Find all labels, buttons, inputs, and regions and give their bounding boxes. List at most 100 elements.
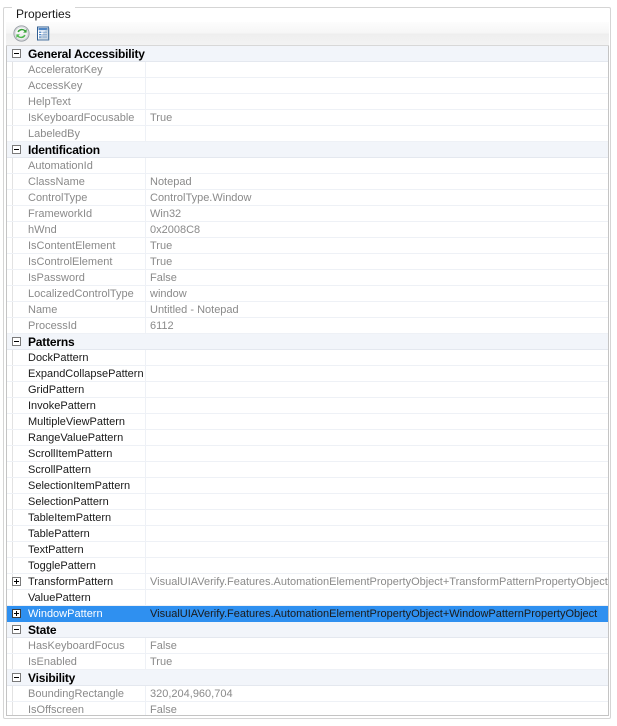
- property-value[interactable]: False: [146, 638, 608, 653]
- property-name: DockPattern: [25, 350, 146, 365]
- row-expander-placeholder: [7, 110, 25, 125]
- property-value[interactable]: [146, 62, 608, 77]
- property-value[interactable]: True: [146, 254, 608, 269]
- section-expander[interactable]: [7, 670, 25, 685]
- grid-section-visibility[interactable]: Visibility: [7, 670, 608, 686]
- property-value[interactable]: [146, 158, 608, 173]
- property-value[interactable]: [146, 78, 608, 93]
- row-expander-placeholder: [7, 398, 25, 413]
- table-row[interactable]: IsContentElement True: [7, 238, 608, 254]
- properties-list-icon[interactable]: [32, 23, 54, 45]
- table-row[interactable]: ProcessId 6112: [7, 318, 608, 334]
- property-value[interactable]: Notepad: [146, 174, 608, 189]
- property-value[interactable]: True: [146, 238, 608, 253]
- property-value[interactable]: False: [146, 270, 608, 285]
- property-value[interactable]: [146, 510, 608, 525]
- table-row[interactable]: ControlType ControlType.Window: [7, 190, 608, 206]
- table-row[interactable]: SelectionPattern: [7, 494, 608, 510]
- expand-icon[interactable]: [11, 609, 21, 618]
- property-value[interactable]: [146, 462, 608, 477]
- property-value[interactable]: [146, 382, 608, 397]
- property-value[interactable]: [146, 542, 608, 557]
- grid-section-patterns[interactable]: Patterns: [7, 334, 608, 350]
- property-value[interactable]: [146, 494, 608, 509]
- refresh-icon[interactable]: [10, 23, 32, 45]
- property-value[interactable]: [146, 526, 608, 541]
- property-value[interactable]: [146, 558, 608, 573]
- property-value[interactable]: 0x2008C8: [146, 222, 608, 237]
- property-value[interactable]: True: [146, 654, 608, 669]
- section-expander[interactable]: [7, 46, 25, 61]
- table-row[interactable]: SelectionItemPattern: [7, 478, 608, 494]
- table-row[interactable]: TogglePattern: [7, 558, 608, 574]
- property-value[interactable]: ControlType.Window: [146, 190, 608, 205]
- table-row[interactable]: ClassName Notepad: [7, 174, 608, 190]
- table-row[interactable]: FrameworkId Win32: [7, 206, 608, 222]
- grid-section-general-accessibility[interactable]: General Accessibility: [7, 46, 608, 62]
- section-expander[interactable]: [7, 622, 25, 637]
- table-row[interactable]: InvokePattern: [7, 398, 608, 414]
- property-value[interactable]: 6112: [146, 318, 608, 333]
- table-row[interactable]: TextPattern: [7, 542, 608, 558]
- row-expander-placeholder: [7, 302, 25, 317]
- collapse-icon[interactable]: [11, 673, 21, 682]
- table-row[interactable]: RangeValuePattern: [7, 430, 608, 446]
- table-row[interactable]: IsPassword False: [7, 270, 608, 286]
- property-value[interactable]: [146, 350, 608, 365]
- property-value[interactable]: [146, 414, 608, 429]
- property-value[interactable]: [146, 94, 608, 109]
- grid-section-identification[interactable]: Identification: [7, 142, 608, 158]
- collapse-icon[interactable]: [11, 49, 21, 58]
- table-row[interactable]: IsOffscreen False: [7, 702, 608, 715]
- table-row[interactable]: TablePattern: [7, 526, 608, 542]
- table-row[interactable]: AcceleratorKey: [7, 62, 608, 78]
- grid-section-state[interactable]: State: [7, 622, 608, 638]
- table-row[interactable]: ScrollItemPattern: [7, 446, 608, 462]
- table-row[interactable]: ExpandCollapsePattern: [7, 366, 608, 382]
- property-value[interactable]: [146, 478, 608, 493]
- property-value[interactable]: False: [146, 702, 608, 715]
- table-row[interactable]: BoundingRectangle 320,204,960,704: [7, 686, 608, 702]
- table-row[interactable]: MultipleViewPattern: [7, 414, 608, 430]
- row-expander[interactable]: [7, 606, 25, 621]
- table-row[interactable]: hWnd 0x2008C8: [7, 222, 608, 238]
- property-value[interactable]: True: [146, 110, 608, 125]
- row-expander[interactable]: [7, 574, 25, 589]
- collapse-icon[interactable]: [11, 337, 21, 346]
- property-value[interactable]: Win32: [146, 206, 608, 221]
- table-row[interactable]: TransformPattern VisualUIAVerify.Features…: [7, 574, 608, 590]
- table-row[interactable]: TableItemPattern: [7, 510, 608, 526]
- properties-grid[interactable]: General Accessibility AcceleratorKey Acces…: [6, 46, 609, 716]
- table-row[interactable]: IsControlElement True: [7, 254, 608, 270]
- table-row[interactable]: ScrollPattern: [7, 462, 608, 478]
- table-row[interactable]: ValuePattern: [7, 590, 608, 606]
- collapse-icon[interactable]: [11, 145, 21, 154]
- table-row[interactable]: HasKeyboardFocus False: [7, 638, 608, 654]
- property-value[interactable]: [146, 366, 608, 381]
- table-row[interactable]: DockPattern: [7, 350, 608, 366]
- expand-icon[interactable]: [11, 577, 21, 586]
- property-value[interactable]: [146, 126, 608, 141]
- table-row[interactable]: AccessKey: [7, 78, 608, 94]
- table-row[interactable]: LocalizedControlType window: [7, 286, 608, 302]
- table-row[interactable]: GridPattern: [7, 382, 608, 398]
- table-row[interactable]: Name Untitled - Notepad: [7, 302, 608, 318]
- table-row[interactable]: WindowPattern VisualUIAVerify.Features.Au…: [7, 606, 608, 622]
- property-value[interactable]: [146, 398, 608, 413]
- property-value[interactable]: VisualUIAVerify.Features.AutomationEleme…: [146, 574, 608, 589]
- property-value[interactable]: [146, 430, 608, 445]
- property-value[interactable]: [146, 446, 608, 461]
- table-row[interactable]: LabeledBy: [7, 126, 608, 142]
- table-row[interactable]: IsEnabled True: [7, 654, 608, 670]
- collapse-icon[interactable]: [11, 625, 21, 634]
- section-expander[interactable]: [7, 142, 25, 157]
- property-value[interactable]: 320,204,960,704: [146, 686, 608, 701]
- property-value[interactable]: VisualUIAVerify.Features.AutomationEleme…: [146, 606, 608, 621]
- table-row[interactable]: HelpText: [7, 94, 608, 110]
- property-value[interactable]: window: [146, 286, 608, 301]
- section-expander[interactable]: [7, 334, 25, 349]
- table-row[interactable]: IsKeyboardFocusable True: [7, 110, 608, 126]
- table-row[interactable]: AutomationId: [7, 158, 608, 174]
- property-value[interactable]: Untitled - Notepad: [146, 302, 608, 317]
- property-value[interactable]: [146, 590, 608, 605]
